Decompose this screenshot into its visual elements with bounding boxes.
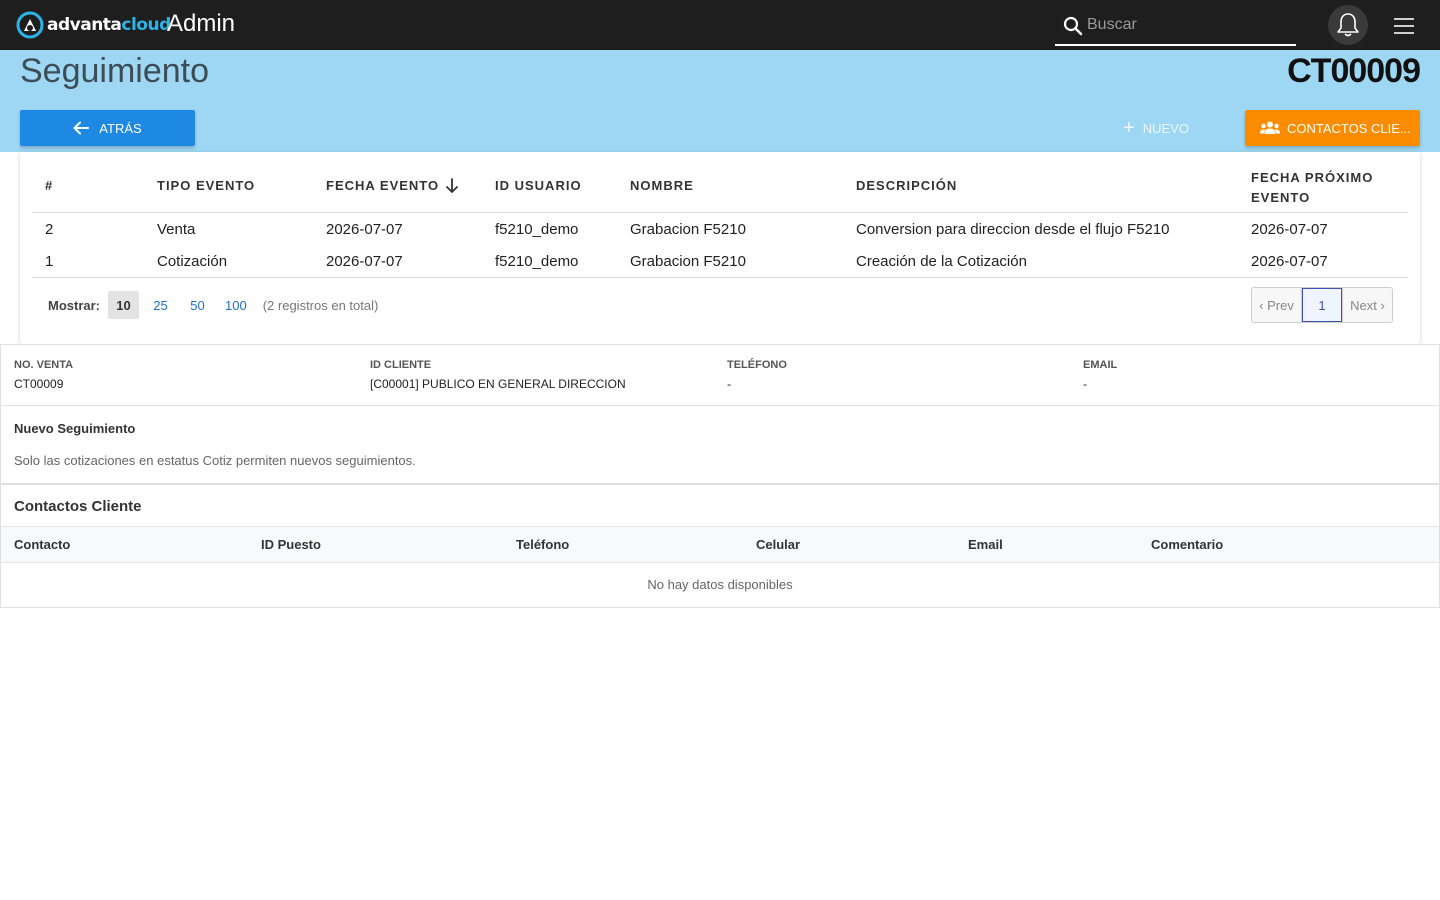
- brand-name-part2: cloud: [121, 15, 171, 35]
- info-email-label: EMAIL: [1083, 359, 1118, 371]
- table-footer-divider: [32, 277, 1408, 278]
- prev-page-button[interactable]: ‹ Prev: [1252, 288, 1302, 322]
- top-navbar: advantacloud Admin: [0, 0, 1440, 50]
- col-header-celular[interactable]: Celular: [756, 537, 800, 552]
- contacts-empty-message: No hay datos disponibles: [647, 577, 793, 592]
- events-table-card: # TIPO EVENTO FECHA EVENTO ID USUARIO NO…: [20, 152, 1420, 344]
- col-header-id-usuario[interactable]: ID USUARIO: [495, 176, 582, 196]
- search-icon: [1063, 16, 1083, 36]
- col-header-comentario[interactable]: Comentario: [1151, 537, 1223, 552]
- info-telefono-label: TELÉFONO: [727, 359, 787, 371]
- cell-tipo-evento: Cotización: [157, 253, 228, 270]
- info-id-cliente: ID CLIENTE [C00001] PUBLICO EN GENERAL D…: [370, 359, 626, 391]
- cell-descripcion: Conversion para direccion desde el flujo…: [856, 221, 1170, 238]
- cell-fecha-proximo: 2026-07-07: [1251, 221, 1328, 238]
- cell-number: 1: [45, 253, 54, 270]
- cell-nombre: Grabacion F5210: [630, 221, 746, 238]
- info-email: EMAIL -: [1083, 359, 1117, 391]
- app-title: Admin: [167, 10, 236, 37]
- client-contacts-label: CONTACTOS CLIE...: [1287, 120, 1411, 136]
- brand-name-part1: advanta: [47, 15, 122, 35]
- new-button[interactable]: + NUEVO: [1112, 110, 1200, 146]
- info-telefono-value: -: [727, 377, 731, 391]
- page-title: Seguimiento: [20, 52, 210, 90]
- client-contacts-title: Contactos Cliente: [14, 498, 142, 515]
- new-button-label: NUEVO: [1142, 120, 1189, 136]
- page-size-option-50[interactable]: 50: [182, 291, 213, 319]
- client-contacts-section: Contactos Cliente Contacto ID Puesto Tel…: [0, 484, 1440, 608]
- page-size-option-10[interactable]: 10: [108, 291, 140, 319]
- info-id-cliente-value: [C00001] PUBLICO EN GENERAL DIRECCION: [370, 377, 626, 391]
- brand-name: advantacloud: [47, 15, 171, 35]
- table-row[interactable]: 2 Venta 2026-07-07 f5210_demo Grabacion …: [20, 214, 1420, 246]
- table-row[interactable]: 1 Cotización 2026-07-07 f5210_demo Graba…: [20, 246, 1420, 278]
- col-header-tipo-evento[interactable]: TIPO EVENTO: [157, 176, 255, 196]
- sale-info-strip: NO. VENTA CT00009 ID CLIENTE [C00001] PU…: [0, 344, 1440, 406]
- page-size-option-100[interactable]: 100: [219, 291, 253, 319]
- next-page-button[interactable]: Next ›: [1342, 288, 1392, 322]
- cell-fecha-evento: 2026-07-07: [326, 221, 403, 238]
- cell-descripcion: Creación de la Cotización: [856, 253, 1027, 270]
- menu-line: [1394, 25, 1414, 27]
- col-header-nombre[interactable]: NOMBRE: [630, 176, 694, 196]
- client-contacts-button[interactable]: CONTACTOS CLIE...: [1245, 110, 1420, 146]
- menu-line: [1394, 18, 1414, 20]
- col-header-id-puesto[interactable]: ID Puesto: [261, 537, 321, 552]
- col-header-fecha-evento[interactable]: FECHA EVENTO: [326, 176, 459, 196]
- col-header-fecha-proximo-line2: EVENTO: [1251, 190, 1311, 205]
- arrow-down-icon: [446, 178, 459, 193]
- col-header-fecha-proximo-evento[interactable]: FECHA PRÓXIMO EVENTO: [1251, 168, 1373, 208]
- menu-line: [1394, 32, 1414, 34]
- bell-icon: [1337, 13, 1359, 37]
- new-followup-title: Nuevo Seguimiento: [14, 421, 136, 436]
- info-id-cliente-label: ID CLIENTE: [370, 359, 432, 371]
- page-size-label: Mostrar:: [48, 297, 101, 313]
- col-header-number[interactable]: #: [45, 176, 53, 196]
- advantacloud-logo-icon: [16, 11, 44, 39]
- contacts-table-header: Contacto ID Puesto Teléfono Celular Emai…: [1, 526, 1439, 563]
- brand-logo[interactable]: advantacloud: [16, 11, 171, 39]
- back-button[interactable]: ATRÁS: [20, 110, 195, 146]
- info-no-venta: NO. VENTA CT00009: [14, 359, 73, 391]
- col-header-descripcion[interactable]: DESCRIPCIÓN: [856, 176, 957, 196]
- page-size-selector: Mostrar: 10 25 50 100 (2 registros en to…: [48, 290, 378, 320]
- info-telefono: TELÉFONO -: [727, 359, 787, 391]
- table-header-divider: [32, 212, 1408, 213]
- arrow-left-icon: [73, 121, 90, 135]
- new-followup-section: Nuevo Seguimiento Solo las cotizaciones …: [0, 406, 1440, 484]
- search-input[interactable]: [1087, 11, 1287, 39]
- info-no-venta-label: NO. VENTA: [14, 359, 74, 371]
- total-records: (2 registros en total): [262, 297, 379, 313]
- col-header-telefono[interactable]: Teléfono: [516, 537, 569, 552]
- info-email-value: -: [1083, 377, 1087, 391]
- cell-number: 2: [45, 221, 54, 238]
- cell-id-usuario: f5210_demo: [495, 221, 579, 238]
- cell-id-usuario: f5210_demo: [495, 253, 579, 270]
- page-header: Seguimiento CT00009 ATRÁS + NUEVO CONTAC…: [0, 50, 1440, 152]
- back-button-label: ATRÁS: [99, 120, 142, 136]
- cell-tipo-evento: Venta: [157, 221, 196, 238]
- pagination: ‹ Prev 1 Next ›: [1251, 287, 1393, 323]
- info-no-venta-value: CT00009: [14, 377, 64, 391]
- users-icon: [1260, 121, 1280, 134]
- plus-icon: +: [1123, 117, 1135, 139]
- cell-nombre: Grabacion F5210: [630, 253, 746, 270]
- search-box[interactable]: [1055, 8, 1296, 46]
- new-followup-message: Solo las cotizaciones en estatus Cotiz p…: [14, 453, 416, 468]
- col-header-fecha-evento-label: FECHA EVENTO: [326, 178, 440, 193]
- col-header-contacto[interactable]: Contacto: [14, 537, 70, 552]
- page-size-option-25[interactable]: 25: [145, 291, 176, 319]
- record-id: CT00009: [1287, 52, 1421, 90]
- hamburger-menu-icon[interactable]: [1392, 15, 1416, 37]
- col-header-fecha-proximo-line1: FECHA PRÓXIMO: [1251, 170, 1374, 185]
- page-number-button[interactable]: 1: [1302, 288, 1342, 322]
- col-header-email[interactable]: Email: [968, 537, 1003, 552]
- cell-fecha-proximo: 2026-07-07: [1251, 253, 1328, 270]
- notifications-button[interactable]: [1328, 5, 1368, 45]
- cell-fecha-evento: 2026-07-07: [326, 253, 403, 270]
